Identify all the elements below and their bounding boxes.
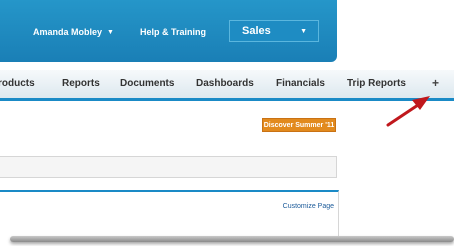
help-label: Help & Training — [140, 27, 207, 37]
user-name: Amanda Mobley — [33, 27, 103, 37]
tab-products[interactable]: roducts — [0, 78, 35, 89]
tab-dashboards[interactable]: Dashboards — [196, 78, 254, 89]
all-tabs-plus-icon[interactable]: + — [432, 76, 439, 90]
app-picker[interactable]: Sales ▼ — [229, 20, 319, 42]
content-panel: Customize Page — [0, 190, 339, 236]
help-training-link[interactable]: Help & Training — [140, 27, 206, 37]
customize-page-link[interactable]: Customize Page — [283, 203, 334, 210]
search-bar — [0, 156, 337, 178]
discover-summer-button[interactable]: Discover Summer '11 — [262, 118, 336, 132]
app-name: Sales — [242, 25, 271, 37]
tab-financials[interactable]: Financials — [276, 78, 325, 89]
chevron-down-icon: ▼ — [300, 27, 307, 35]
user-menu[interactable]: Amanda Mobley ▼ — [33, 27, 114, 37]
discover-label: Discover Summer '11 — [263, 121, 335, 129]
tab-trip-reports[interactable]: Trip Reports — [347, 78, 406, 89]
tab-bar: roducts Reports Documents Dashboards Fin… — [0, 70, 454, 101]
global-header: Amanda Mobley ▼ Help & Training Sales ▼ — [0, 0, 337, 62]
tab-reports[interactable]: Reports — [62, 78, 100, 89]
page-edge-shadow — [10, 236, 454, 242]
tab-documents[interactable]: Documents — [120, 78, 174, 89]
chevron-down-icon: ▼ — [107, 28, 114, 36]
